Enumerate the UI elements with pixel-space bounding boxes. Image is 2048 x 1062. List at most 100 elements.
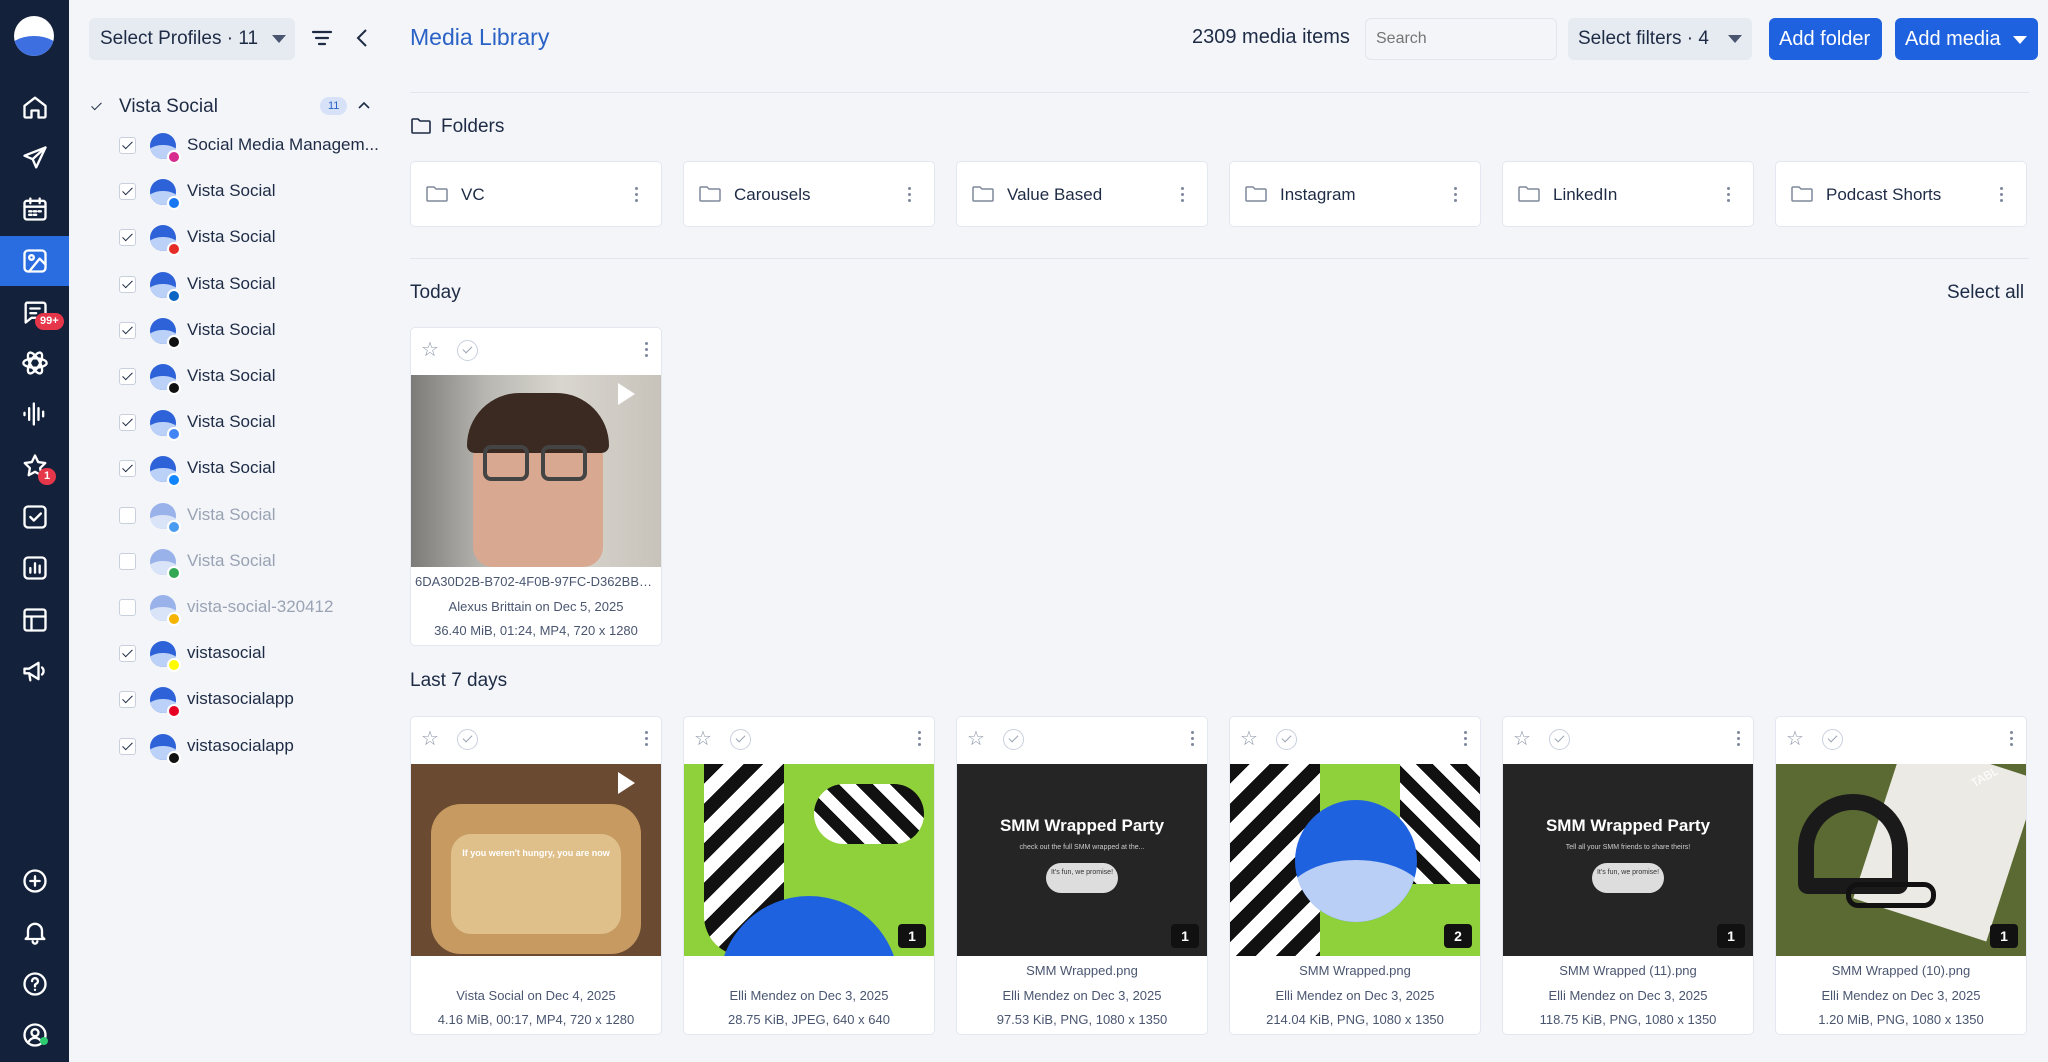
profile-row[interactable]: Vista Social <box>69 310 391 350</box>
favorite-star-icon[interactable]: ☆ <box>694 729 712 749</box>
profile-checkbox[interactable] <box>119 552 136 570</box>
profile-row[interactable]: vistasocial <box>69 633 391 673</box>
add-circle-icon[interactable] <box>0 856 69 906</box>
select-check-icon[interactable] <box>457 729 478 750</box>
more-options-icon[interactable] <box>1454 187 1458 203</box>
more-options-icon[interactable] <box>2010 731 2014 747</box>
media-card[interactable]: ☆ SMM Wrapped Party Tell all your SMM fr… <box>1502 716 1754 1035</box>
profile-checkbox[interactable] <box>119 229 136 247</box>
help-icon[interactable] <box>0 959 69 1009</box>
integrations-atom-icon[interactable] <box>0 338 69 388</box>
select-all-link[interactable]: Select all <box>1947 282 2024 304</box>
profile-checkbox[interactable] <box>119 645 136 663</box>
media-card[interactable]: ☆ 1 Elli Mendez on Dec 3, 2025 28.75 KiB… <box>683 716 935 1035</box>
folder-tile[interactable]: VC <box>410 161 662 227</box>
profile-checkbox[interactable] <box>119 137 136 154</box>
add-media-button[interactable]: Add media <box>1895 18 2038 60</box>
select-check-icon[interactable] <box>730 729 751 750</box>
favorite-star-icon[interactable]: ☆ <box>967 729 985 749</box>
profile-checkbox[interactable] <box>119 275 136 293</box>
profile-checkbox[interactable] <box>119 368 136 385</box>
advocacy-megaphone-icon[interactable] <box>0 646 69 696</box>
more-options-icon[interactable] <box>918 731 922 747</box>
profile-row[interactable]: Vista Social <box>69 448 391 488</box>
account-avatar-icon[interactable] <box>0 1010 69 1060</box>
image-thumbnail[interactable]: 2 <box>1230 764 1480 956</box>
media-card[interactable]: ☆ SMM Wrapped Party check out the full S… <box>956 716 1208 1035</box>
more-options-icon[interactable] <box>1737 731 1741 747</box>
profile-row[interactable]: vista-social-320412 <box>69 587 391 627</box>
profile-row[interactable]: Vista Social <box>69 541 391 581</box>
profile-row[interactable]: Vista Social <box>69 356 391 396</box>
folder-tile[interactable]: LinkedIn <box>1502 161 1754 227</box>
reports-chart-icon[interactable] <box>0 543 69 593</box>
select-check-icon[interactable] <box>1276 729 1297 750</box>
select-check-icon[interactable] <box>1003 729 1024 750</box>
more-options-icon[interactable] <box>645 342 649 358</box>
more-options-icon[interactable] <box>1191 731 1195 747</box>
profile-checkbox[interactable] <box>119 321 136 339</box>
favorite-star-icon[interactable]: ☆ <box>1240 729 1258 749</box>
vista-social-logo[interactable] <box>14 16 54 56</box>
layout-icon[interactable] <box>0 595 69 645</box>
favorite-star-icon[interactable]: ☆ <box>1786 729 1804 749</box>
notifications-bell-icon[interactable] <box>0 907 69 957</box>
image-thumbnail[interactable]: SMM Wrapped Party Tell all your SMM frie… <box>1503 764 1753 956</box>
more-options-icon[interactable] <box>645 731 649 747</box>
profile-row[interactable]: vistasocialapp <box>69 726 391 766</box>
publish-send-icon[interactable] <box>0 133 69 183</box>
media-library-icon[interactable] <box>0 236 69 286</box>
favorite-star-icon[interactable]: ☆ <box>1513 729 1531 749</box>
more-options-icon[interactable] <box>1181 187 1185 203</box>
profile-row[interactable]: vistasocialapp <box>69 679 391 719</box>
calendar-icon[interactable] <box>0 184 69 234</box>
profile-checkbox[interactable] <box>119 183 136 201</box>
select-filters-dropdown[interactable]: Select filters · 4 <box>1568 18 1752 60</box>
media-card[interactable]: ☆ If you weren't hungry, you are now Vis… <box>410 716 662 1035</box>
media-card[interactable]: ☆ 2 SMM Wrapped.png Elli Mendez on Dec 3… <box>1229 716 1481 1035</box>
collapse-chevron-left-icon[interactable] <box>356 28 368 48</box>
more-options-icon[interactable] <box>2000 187 2004 203</box>
favorite-star-icon[interactable]: ☆ <box>421 340 439 360</box>
more-options-icon[interactable] <box>1727 187 1731 203</box>
profile-row[interactable]: Vista Social <box>69 402 391 442</box>
select-check-icon[interactable] <box>457 340 478 361</box>
video-thumbnail[interactable] <box>411 375 661 567</box>
select-check-icon[interactable] <box>1822 729 1843 750</box>
favorite-star-icon[interactable]: ☆ <box>421 729 439 749</box>
search-input[interactable] <box>1365 18 1557 60</box>
profile-checkbox[interactable] <box>119 414 136 432</box>
listening-waveform-icon[interactable] <box>0 389 69 439</box>
profile-row[interactable]: Social Media Managem... <box>69 125 391 165</box>
folder-tile[interactable]: Instagram <box>1229 161 1481 227</box>
profile-checkbox[interactable] <box>119 599 136 616</box>
profile-row[interactable]: Vista Social <box>69 495 391 535</box>
add-folder-button[interactable]: Add folder <box>1769 18 1882 60</box>
folder-tile[interactable]: Carousels <box>683 161 935 227</box>
filter-icon[interactable] <box>311 29 333 47</box>
profile-row[interactable]: Vista Social <box>69 171 391 211</box>
profile-checkbox[interactable] <box>119 737 136 755</box>
group-checkbox[interactable] <box>89 99 106 116</box>
inbox-icon[interactable] <box>0 287 69 337</box>
select-profiles-dropdown[interactable]: Select Profiles · 11 <box>89 18 295 60</box>
media-card[interactable]: ☆ 6DA30D2B-B702-4F0B-97FC-D362BB0EE3E...… <box>410 327 662 646</box>
profile-row[interactable]: Vista Social <box>69 217 391 257</box>
profile-checkbox[interactable] <box>119 506 136 524</box>
home-icon[interactable] <box>0 82 69 132</box>
profile-row[interactable]: Vista Social <box>69 264 391 304</box>
more-options-icon[interactable] <box>635 187 639 203</box>
image-thumbnail[interactable]: SMM Wrapped Party check out the full SMM… <box>957 764 1207 956</box>
image-thumbnail[interactable]: 1 <box>684 764 934 956</box>
tasks-check-icon[interactable] <box>0 492 69 542</box>
profile-checkbox[interactable] <box>119 691 136 709</box>
media-card[interactable]: ☆ TABL 1 SMM Wrapped (10).png Elli Mende… <box>1775 716 2027 1035</box>
folder-tile[interactable]: Podcast Shorts <box>1775 161 2027 227</box>
profile-checkbox[interactable] <box>119 460 136 478</box>
folder-tile[interactable]: Value Based <box>956 161 1208 227</box>
chevron-up-icon[interactable] <box>357 100 371 110</box>
reviews-star-icon[interactable] <box>0 441 69 491</box>
more-options-icon[interactable] <box>908 187 912 203</box>
image-thumbnail[interactable]: TABL 1 <box>1776 764 2026 956</box>
video-thumbnail[interactable]: If you weren't hungry, you are now <box>411 764 661 956</box>
